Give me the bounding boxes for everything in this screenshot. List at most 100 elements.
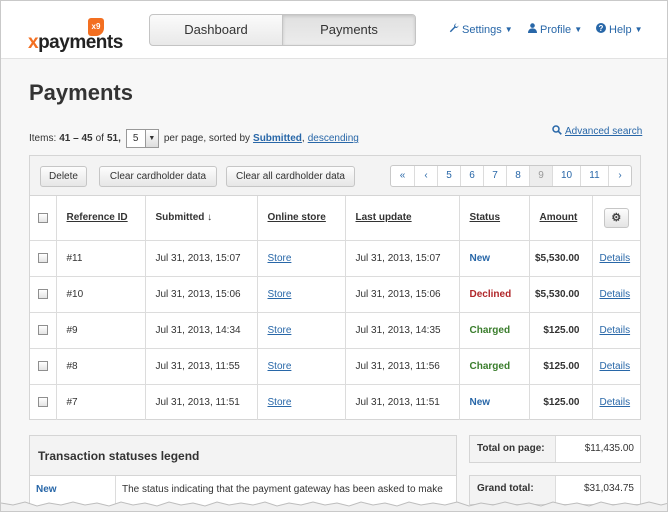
details-link[interactable]: Details xyxy=(600,253,631,264)
header: x9 xpayments Dashboard Payments Settings… xyxy=(1,1,667,59)
advanced-search-link[interactable]: Advanced search xyxy=(552,125,642,138)
wrench-icon xyxy=(449,23,459,36)
sort-reference-id[interactable]: Reference ID xyxy=(67,212,128,223)
status-badge: Charged xyxy=(459,312,530,349)
profile-label: Profile xyxy=(540,23,572,36)
row-checkbox[interactable] xyxy=(37,288,48,299)
table-row: #9 Jul 31, 2013, 14:34 Store Jul 31, 201… xyxy=(30,312,640,349)
cell-details: Details xyxy=(592,276,640,313)
search-icon xyxy=(552,125,562,138)
status-badge: New xyxy=(459,240,530,277)
gear-icon[interactable]: ⚙ xyxy=(603,207,629,228)
pager-page-6[interactable]: 6 xyxy=(460,166,483,186)
details-link[interactable]: Details xyxy=(600,289,631,300)
clear-cardholder-button[interactable]: Clear cardholder data xyxy=(99,166,217,187)
cell-last-update: Jul 31, 2013, 11:51 xyxy=(345,384,460,420)
col-status: Status xyxy=(459,196,530,241)
status-badge: Declined xyxy=(459,276,530,313)
sort-online-store[interactable]: Online store xyxy=(268,212,326,223)
details-link[interactable]: Details xyxy=(600,325,631,336)
pager-page-10[interactable]: 10 xyxy=(552,166,580,186)
cell-ref: #9 xyxy=(56,312,146,349)
chevron-down-icon: ▼ xyxy=(634,25,643,34)
pager-page-8[interactable]: 8 xyxy=(506,166,529,186)
cell-store: Store xyxy=(257,276,346,313)
items-prefix: Items: xyxy=(29,133,57,144)
table-row: #8 Jul 31, 2013, 11:55 Store Jul 31, 201… xyxy=(30,348,640,385)
cell-details: Details xyxy=(592,312,640,349)
table-row: #10 Jul 31, 2013, 15:06 Store Jul 31, 20… xyxy=(30,276,640,313)
select-all-checkbox[interactable] xyxy=(37,212,48,223)
pager-page-5[interactable]: 5 xyxy=(437,166,460,186)
col-settings: ⚙ xyxy=(592,196,640,241)
delete-button[interactable]: Delete xyxy=(40,166,87,187)
toolbar: Delete Clear cardholder data Clear all c… xyxy=(30,156,640,196)
row-select-cell xyxy=(30,312,57,349)
row-select-cell xyxy=(30,384,57,420)
tab-dashboard[interactable]: Dashboard xyxy=(150,15,282,45)
pager-page-11[interactable]: 11 xyxy=(580,166,608,186)
pager-page-9-current: 9 xyxy=(529,166,552,186)
cell-amount: $125.00 xyxy=(529,384,593,420)
per-page-select[interactable]: 5 ▼ xyxy=(125,129,159,148)
cell-details: Details xyxy=(592,384,640,420)
pager-page-7[interactable]: 7 xyxy=(483,166,506,186)
clear-all-cardholder-button[interactable]: Clear all cardholder data xyxy=(226,166,355,187)
torn-edge-decoration xyxy=(1,501,667,511)
settings-menu[interactable]: Settings ▼ xyxy=(449,23,513,36)
logo-wordmark: xpayments xyxy=(28,32,123,54)
total-on-page: Total on page: $11,435.00 xyxy=(469,435,641,463)
col-online-store: Online store xyxy=(257,196,346,241)
items-of: of xyxy=(95,133,104,144)
cell-last-update: Jul 31, 2013, 15:07 xyxy=(345,240,460,277)
store-link[interactable]: Store xyxy=(268,253,292,264)
row-checkbox[interactable] xyxy=(37,397,48,408)
store-link[interactable]: Store xyxy=(268,289,292,300)
xpayments-logo[interactable]: x9 xpayments xyxy=(28,18,128,54)
sort-submitted[interactable]: Submitted ↓ xyxy=(156,212,213,223)
chevron-down-icon: ▼ xyxy=(144,130,158,147)
help-menu[interactable]: ? Help ▼ xyxy=(596,23,643,36)
cell-ref: #7 xyxy=(56,384,146,420)
sort-amount[interactable]: Amount xyxy=(540,212,578,223)
tab-payments[interactable]: Payments xyxy=(282,15,415,45)
cell-submitted: Jul 31, 2013, 11:55 xyxy=(145,348,258,385)
logo-x: x xyxy=(28,32,39,53)
table-row: #7 Jul 31, 2013, 11:51 Store Jul 31, 201… xyxy=(30,384,640,420)
row-checkbox[interactable] xyxy=(37,360,48,371)
store-link[interactable]: Store xyxy=(268,325,292,336)
sort-last-update[interactable]: Last update xyxy=(356,212,412,223)
items-total: 51, xyxy=(106,133,121,144)
col-amount: Amount xyxy=(529,196,593,241)
cell-amount: $125.00 xyxy=(529,348,593,385)
cell-ref: #8 xyxy=(56,348,146,385)
profile-menu[interactable]: Profile ▼ xyxy=(528,23,582,36)
cell-amount: $125.00 xyxy=(529,312,593,349)
help-label: Help xyxy=(609,23,632,36)
payments-panel: Delete Clear cardholder data Clear all c… xyxy=(29,155,641,420)
sort-field-link[interactable]: Submitted xyxy=(253,133,302,144)
row-checkbox[interactable] xyxy=(37,252,48,263)
table-row: #11 Jul 31, 2013, 15:07 Store Jul 31, 20… xyxy=(30,240,640,277)
details-link[interactable]: Details xyxy=(600,397,631,408)
cell-store: Store xyxy=(257,348,346,385)
cell-last-update: Jul 31, 2013, 11:56 xyxy=(345,348,460,385)
cell-submitted: Jul 31, 2013, 11:51 xyxy=(145,384,258,420)
advanced-search-label: Advanced search xyxy=(565,126,643,137)
pager-first[interactable]: « xyxy=(391,166,414,186)
pager-prev[interactable]: ‹ xyxy=(414,166,437,186)
chevron-down-icon: ▼ xyxy=(574,25,583,34)
sort-order-link[interactable]: descending xyxy=(308,133,359,144)
sort-status[interactable]: Status xyxy=(470,212,501,223)
row-checkbox[interactable] xyxy=(37,324,48,335)
payments-table: Reference ID Submitted ↓ Online store La… xyxy=(30,196,640,420)
store-link[interactable]: Store xyxy=(268,361,292,372)
row-select-cell xyxy=(30,240,57,277)
pager-next[interactable]: › xyxy=(608,166,631,186)
row-select-cell xyxy=(30,348,57,385)
details-link[interactable]: Details xyxy=(600,361,631,372)
per-page-value: 5 xyxy=(132,133,139,144)
legend-title: Transaction statuses legend xyxy=(30,436,456,476)
store-link[interactable]: Store xyxy=(268,397,292,408)
table-header-row: Reference ID Submitted ↓ Online store La… xyxy=(30,196,640,241)
